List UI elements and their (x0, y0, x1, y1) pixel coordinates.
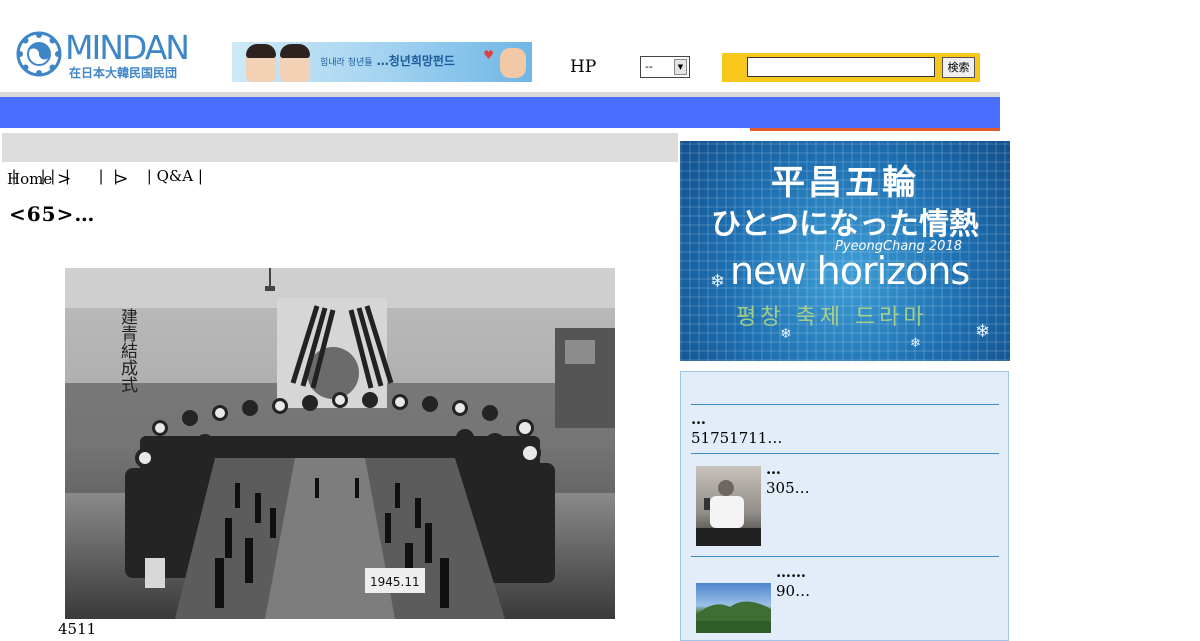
wall-calligraphy: 建青結成式 (117, 308, 138, 393)
historic-group-photo: 建青結成式 1945.11 (65, 268, 615, 619)
news-sidebar: … 51751711… … 305… …… 90… (680, 371, 1009, 641)
article-title: <65>… (9, 202, 96, 226)
snowflake-icon: ❄ (910, 336, 921, 351)
banner-korean: 평창 축제 드라마 (736, 305, 928, 330)
news-desc: 305… (766, 479, 810, 497)
snowflake-icon: ❄ (975, 321, 991, 342)
hair-shape (280, 44, 310, 58)
news-desc: 90… (776, 582, 811, 600)
breadcrumb-separator: > (57, 169, 72, 189)
logo-subtext: 在日本大韓民国民団 (69, 66, 178, 80)
news-desc: 51751711… (691, 429, 783, 447)
hand-icon (500, 48, 526, 78)
breadcrumb-home[interactable]: Home (7, 170, 52, 188)
landscape-photo (696, 601, 771, 633)
divider (691, 404, 999, 405)
heart-icon: ♥ (483, 48, 494, 62)
divider (691, 453, 999, 454)
breadcrumb: Home > > (7, 169, 128, 189)
youth-fund-banner[interactable]: 힘내라 청년들 …청년희망펀드 ♥ (232, 42, 532, 82)
news-thumbnail[interactable] (696, 583, 771, 633)
dropdown-arrow-icon[interactable]: ▼ (674, 59, 687, 75)
search-button[interactable]: 検索 (942, 57, 975, 78)
article-photo: 建青結成式 1945.11 (65, 268, 615, 619)
banner-slogan: new horizons (730, 249, 970, 293)
logo-text: MINDAN (65, 28, 190, 67)
snowflake-icon: ❄ (780, 326, 792, 342)
hair-shape (246, 44, 276, 58)
news-title[interactable]: …… (776, 563, 806, 581)
banner-slogan-main: …청년희망펀드 (376, 54, 455, 68)
photo-date-sign: 1945.11 (370, 575, 420, 589)
mindan-logo[interactable]: MINDAN 在日本大韓民国民団 (15, 30, 205, 82)
news-title[interactable]: … (766, 460, 781, 478)
hp-select[interactable]: -- ▼ (640, 56, 690, 78)
hp-select-value: -- (645, 60, 653, 73)
hp-label: HP (570, 57, 597, 77)
banner-slogan: 힘내라 청년들 …청년희망펀드 (320, 52, 455, 69)
news-thumbnail[interactable] (696, 466, 761, 546)
snowflake-icon: ❄ (710, 271, 726, 292)
banner-line2: ひとつになった情熱 (711, 207, 979, 242)
news-title[interactable]: … (691, 410, 706, 428)
photo-caption: 4511 (58, 620, 97, 638)
sub-menu[interactable]: | | | | | | | Q&A | (2, 133, 678, 185)
divider (691, 556, 999, 557)
search-box: 検索 (722, 53, 980, 82)
pyeongchang-banner[interactable]: 平昌五輪 ひとつになった情熱 PyeongChang 2018 new hori… (680, 141, 1010, 361)
breadcrumb-separator: > (114, 169, 129, 189)
mindan-emblem-icon (16, 31, 62, 77)
nav-accent-line (750, 128, 1000, 131)
search-input[interactable] (747, 57, 935, 77)
banner-line1: 平昌五輪 (771, 163, 919, 203)
main-nav-bar[interactable] (0, 97, 1000, 128)
banner-slogan-small: 힘내라 청년들 (320, 58, 373, 68)
speaker-photo (696, 480, 761, 546)
